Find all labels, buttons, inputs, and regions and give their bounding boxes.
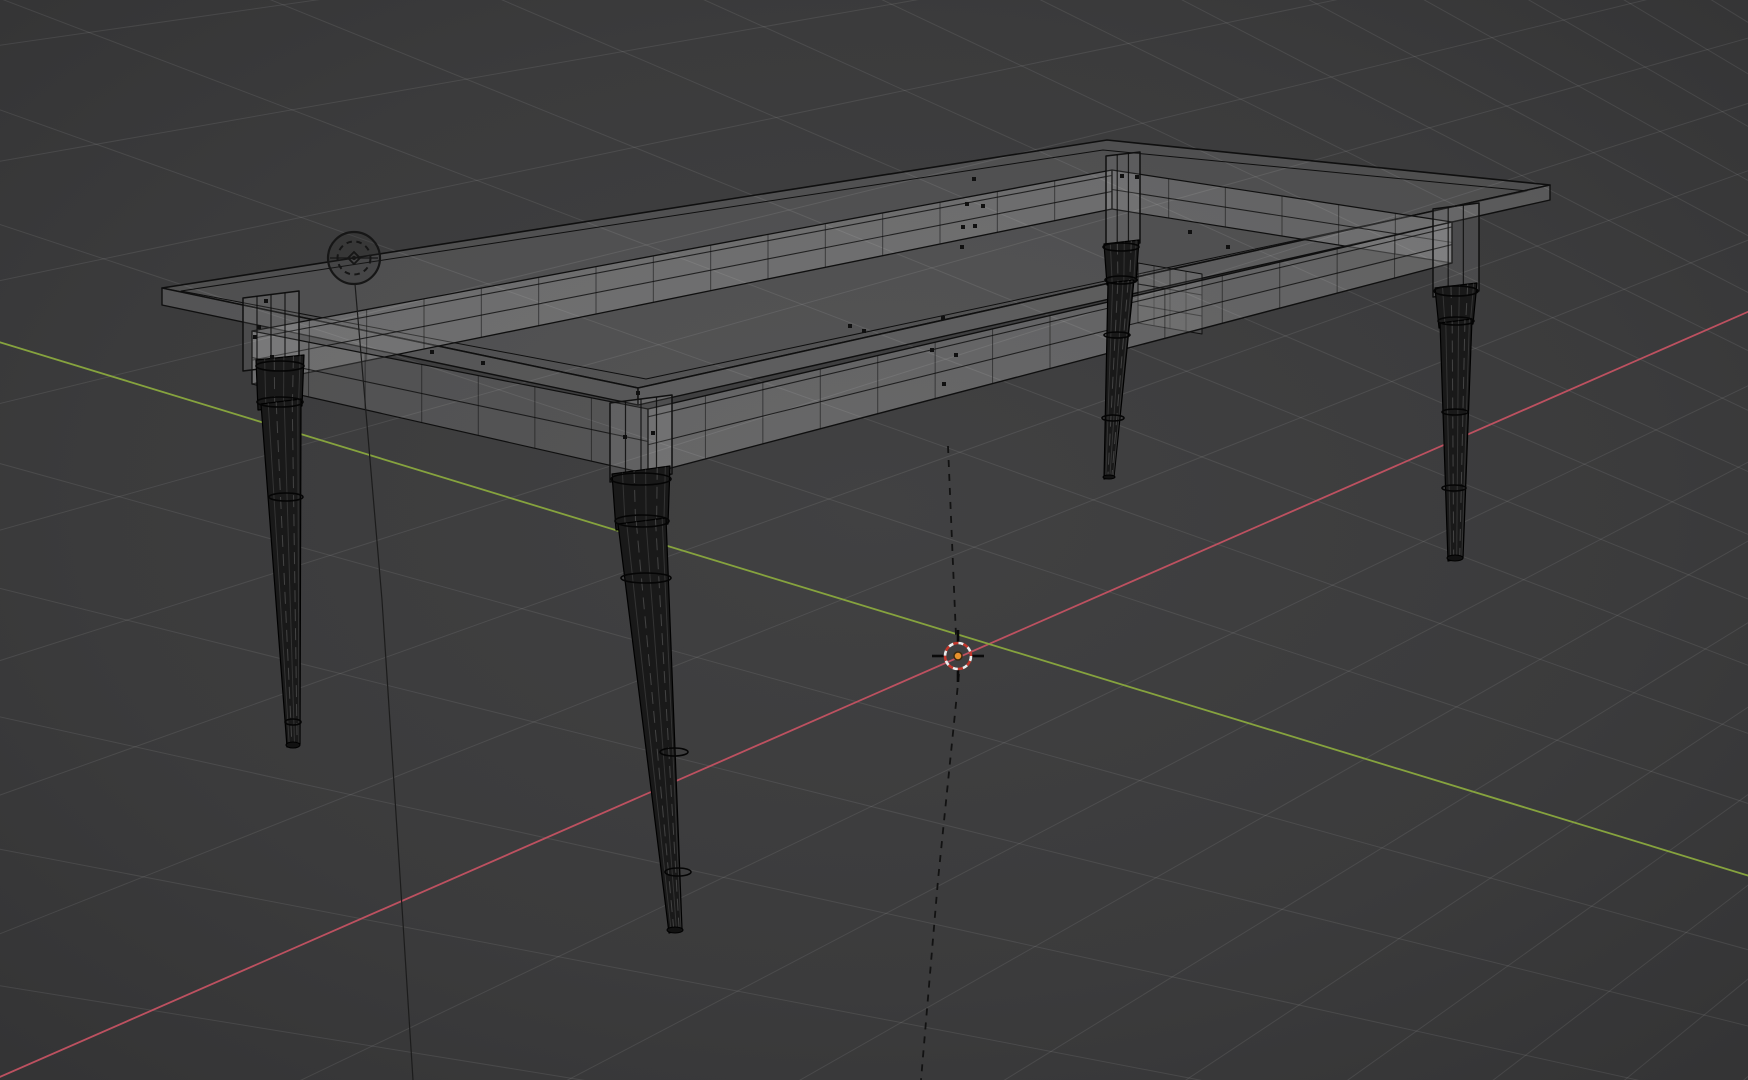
viewport-canvas[interactable] — [0, 0, 1748, 1080]
leg-block-right[interactable] — [1432, 202, 1480, 298]
cursor-origin-dot — [953, 651, 963, 661]
viewport-3d[interactable] — [0, 0, 1748, 1080]
leg-block-back-right[interactable] — [1105, 151, 1141, 248]
viewport-background — [0, 0, 1748, 1080]
